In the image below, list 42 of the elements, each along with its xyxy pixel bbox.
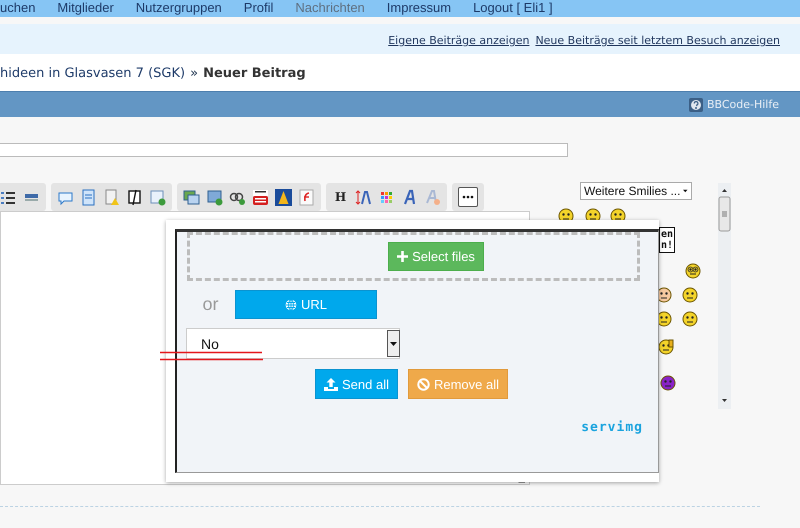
more-icon xyxy=(462,195,474,199)
note-icon[interactable] xyxy=(126,188,143,206)
screen-add-icon[interactable] xyxy=(206,188,223,206)
nav-link[interactable]: Logout [ Eli1 ] xyxy=(473,0,553,16)
caret-icon xyxy=(390,342,397,346)
heading-button[interactable]: H xyxy=(332,190,349,204)
or-label: or xyxy=(201,294,220,315)
flash-icon[interactable] xyxy=(298,188,315,206)
image-icon[interactable] xyxy=(183,188,200,206)
prohibited-icon xyxy=(416,378,430,390)
caret-icon xyxy=(683,189,688,193)
smilies-dropdown[interactable]: Weitere Smilies ... xyxy=(580,182,692,200)
smiley-icon xyxy=(685,263,701,279)
smiley-icon xyxy=(660,375,676,391)
nav-link[interactable]: Nutzergruppen xyxy=(136,0,222,16)
nav-link[interactable]: uchen xyxy=(0,0,36,16)
nav-link[interactable]: Profil xyxy=(244,0,274,16)
upload-icon xyxy=(324,378,338,390)
breadcrumb-current: Neuer Beitrag xyxy=(203,66,306,81)
help-icon[interactable] xyxy=(688,98,703,112)
document-icon[interactable] xyxy=(80,188,97,206)
breadcrumb-link[interactable]: hideen in Glasvasen 7 (SGK) xyxy=(0,66,186,81)
smiley-icon xyxy=(682,311,698,327)
globe-icon xyxy=(284,298,297,310)
smiley-icon xyxy=(658,339,674,355)
sign-smiley: en n! xyxy=(659,227,676,253)
warning-icon[interactable] xyxy=(275,188,292,206)
quick-link[interactable]: Neue Beiträge seit letztem Besuch anzeigen xyxy=(535,34,780,47)
servimg-logo: servimg xyxy=(581,420,643,435)
smiley-icon xyxy=(682,287,698,303)
warning-document-icon[interactable] xyxy=(103,188,120,206)
more-button[interactable] xyxy=(458,187,478,207)
nav-link[interactable]: Impressum xyxy=(386,0,452,16)
resize-select[interactable]: No xyxy=(186,328,400,359)
subject-field[interactable] xyxy=(0,143,568,157)
text-height-icon[interactable] xyxy=(355,188,372,206)
plus-icon xyxy=(397,251,408,262)
font-icon[interactable] xyxy=(401,188,418,206)
nav-link[interactable]: Mitglieder xyxy=(57,0,114,16)
table-add-icon[interactable] xyxy=(149,188,166,206)
breadcrumb-separator: » xyxy=(190,66,198,81)
quick-link[interactable]: Eigene Beiträge anzeigen xyxy=(388,34,530,47)
